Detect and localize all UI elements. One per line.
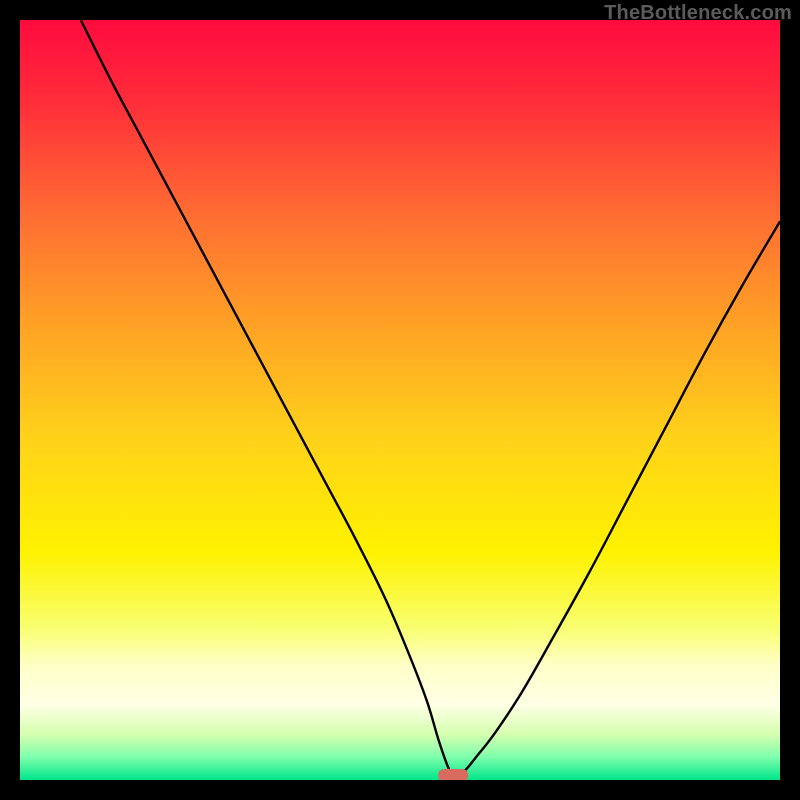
minimum-marker [438,769,468,780]
chart-frame: { "watermark": "TheBottleneck.com", "col… [0,0,800,800]
gradient-background [20,20,780,780]
chart-svg [20,20,780,780]
plot-area [20,20,780,780]
watermark-text: TheBottleneck.com [604,2,792,25]
